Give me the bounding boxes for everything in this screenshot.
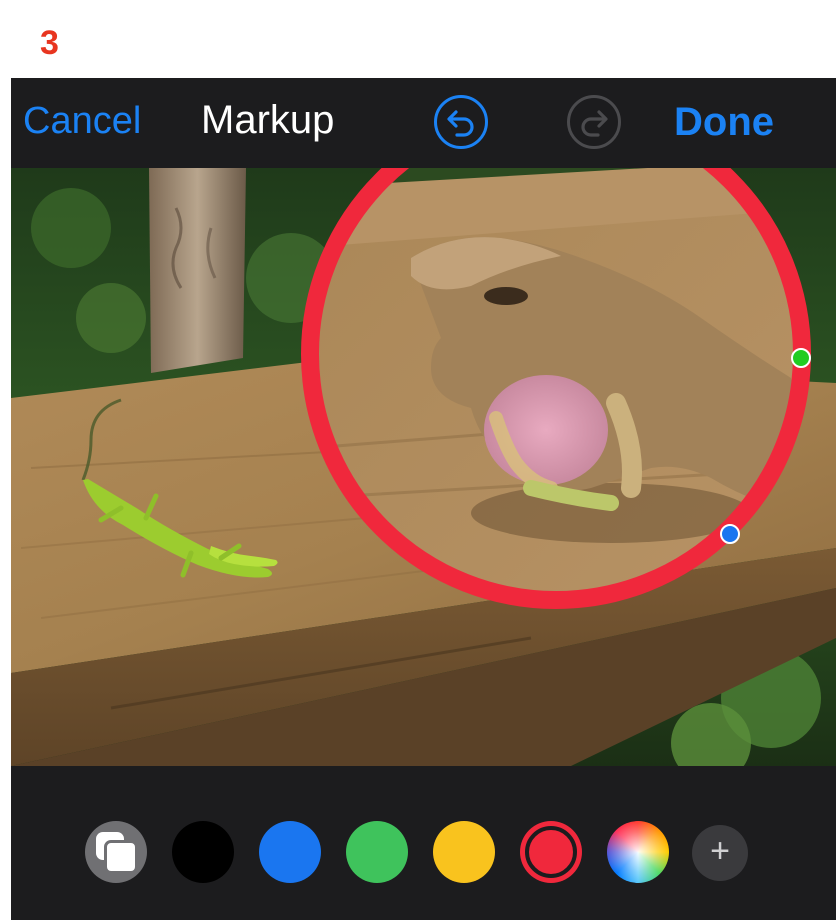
color-wheel-icon [607,821,669,883]
redo-button[interactable] [567,95,621,149]
magnifier-zoom-handle [720,524,740,544]
lizard-photo [11,168,836,766]
done-button[interactable]: Done [674,100,774,145]
undo-button[interactable] [434,95,488,149]
cancel-button[interactable]: Cancel [23,100,141,143]
plus-icon: + [710,832,730,870]
add-button[interactable]: + [692,825,748,881]
toolbar-title: Markup [201,98,335,142]
color-black-button[interactable] [172,821,234,883]
layers-button[interactable] [85,821,147,883]
color-red-button-selected[interactable] [520,821,582,883]
markup-palette: + [11,766,836,920]
color-green-button[interactable] [346,821,408,883]
step-number: 3 [40,24,59,62]
markup-toolbar: Cancel Markup Done [11,78,836,168]
color-blue-button[interactable] [259,821,321,883]
photo-canvas[interactable] [11,168,836,766]
color-yellow-button[interactable] [433,821,495,883]
color-wheel-button[interactable] [607,821,669,883]
undo-icon [447,110,474,137]
redo-icon [581,110,608,137]
magnifier-size-handle [791,348,811,368]
selected-ring [525,826,577,878]
